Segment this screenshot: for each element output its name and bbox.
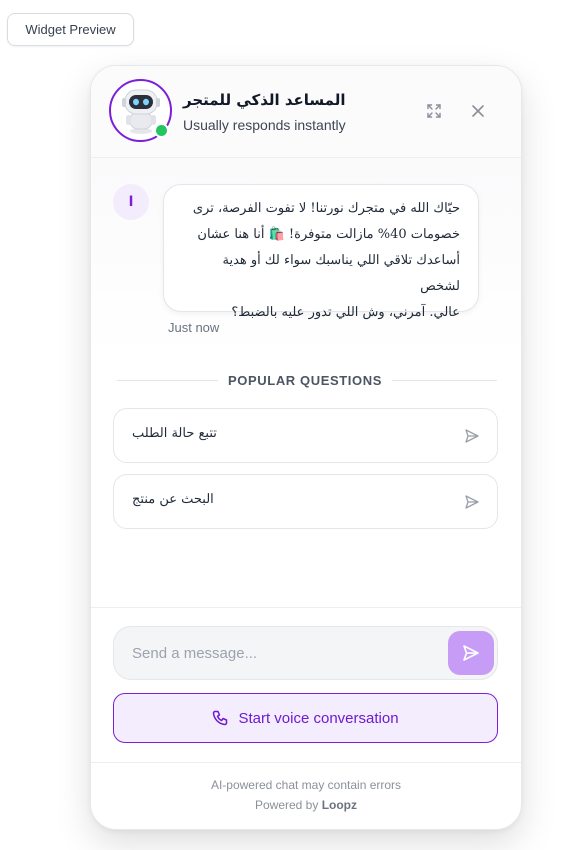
bot-name: المساعد الذكي للمتجر [183, 91, 346, 109]
popular-questions-title: POPULAR QUESTIONS [228, 373, 382, 388]
message-line: أساعدك تلاقي اللي يناسبك سواء لك أو هدية… [222, 253, 460, 294]
voice-button-label: Start voice conversation [238, 709, 399, 727]
powered-by-prefix: Powered by [254, 798, 319, 812]
divider [91, 762, 521, 763]
close-icon[interactable] [467, 100, 489, 122]
message-line: خصومات 40% مازالت متوفرة! 🛍️ أنا هنا عشا… [197, 227, 460, 242]
powered-by: Powered by Loopz [91, 798, 521, 812]
phone-icon [212, 710, 228, 726]
divider [392, 380, 497, 381]
send-icon [463, 645, 479, 661]
message-line: عالي. آمرني، وش اللي تدور عليه بالضبط؟ [231, 305, 460, 320]
popular-question-search-product[interactable]: البحث عن منتج [113, 474, 498, 529]
divider [117, 380, 218, 381]
divider [91, 607, 521, 608]
popular-question-track-order[interactable]: تتبع حالة الطلب [113, 408, 498, 463]
chat-widget: المساعد الذكي للمتجر Usually responds in… [90, 65, 522, 830]
message-line: حيّاك الله في متجرك نورتنا! لا تفوت الفر… [192, 201, 460, 216]
send-icon [465, 495, 479, 509]
chat-header: المساعد الذكي للمتجر Usually responds in… [91, 66, 521, 158]
message-timestamp: Just now [168, 320, 220, 335]
send-button[interactable] [448, 631, 494, 675]
bot-status: Usually responds instantly [183, 117, 346, 133]
send-icon [465, 429, 479, 443]
question-label: البحث عن منتج [132, 492, 214, 507]
bot-message-bubble: حيّاك الله في متجرك نورتنا! لا تفوت الفر… [163, 184, 479, 320]
widget-preview-button[interactable]: Widget Preview [7, 13, 134, 46]
question-label: تتبع حالة الطلب [132, 426, 217, 441]
start-voice-conversation-button[interactable]: Start voice conversation [113, 693, 498, 743]
expand-icon[interactable] [423, 100, 445, 122]
message-avatar: ا [113, 184, 149, 220]
brand-name: Loopz [321, 798, 358, 812]
message-composer [113, 626, 498, 680]
message-input[interactable] [132, 645, 432, 662]
online-status-dot [154, 123, 169, 138]
disclaimer-text: AI-powered chat may contain errors [210, 778, 402, 792]
